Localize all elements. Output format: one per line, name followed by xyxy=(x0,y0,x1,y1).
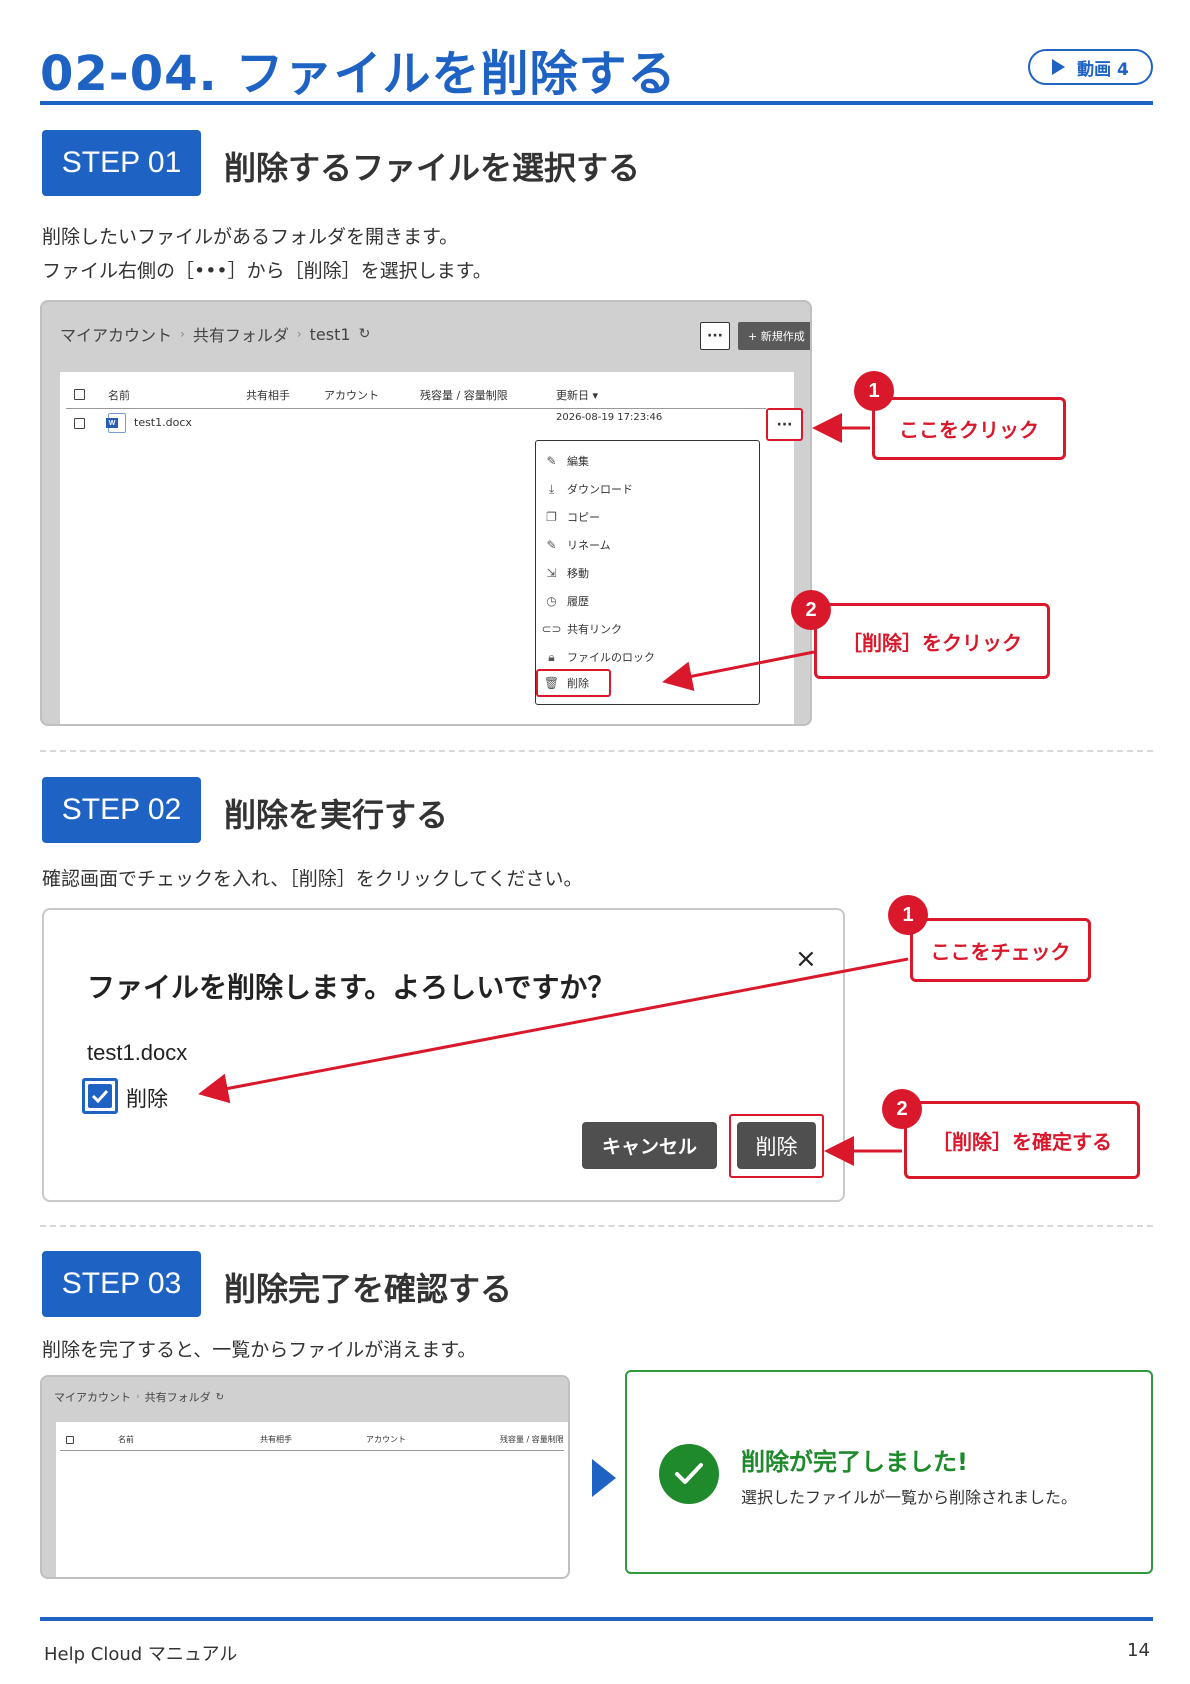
footer-rule xyxy=(40,1617,1153,1621)
page-number: 14 xyxy=(1127,1640,1150,1661)
footer-title: Help Cloud マニュアル xyxy=(44,1644,238,1665)
annotation-arrows xyxy=(198,413,909,1166)
